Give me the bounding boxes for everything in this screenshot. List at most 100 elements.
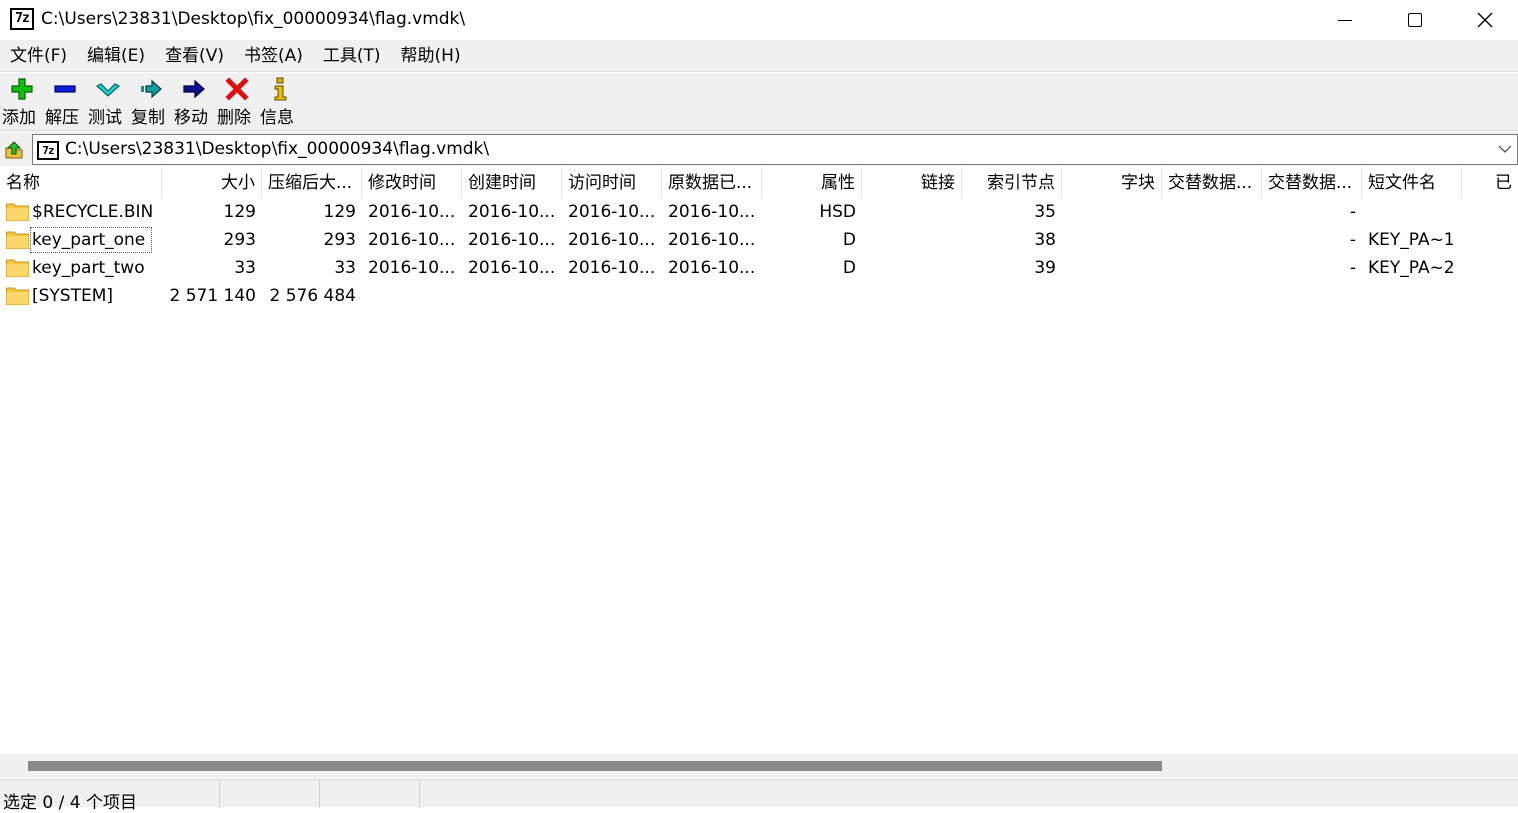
column-header-inode[interactable]: 索引节点 (962, 167, 1062, 199)
table-row[interactable]: $RECYCLE.BIN 129 129 2016-10... 2016-10.… (0, 198, 1518, 226)
column-header-metadata[interactable]: 原数据已... (662, 167, 762, 199)
cell-accessed: 2016-10... (568, 230, 656, 250)
menu-file[interactable]: 文件(F) (0, 40, 77, 72)
move-button[interactable]: 移动 (172, 73, 215, 131)
cell-alt-streams-size (1262, 282, 1362, 310)
cell-created (462, 282, 562, 310)
add-label: 添加 (2, 108, 36, 128)
path-combobox[interactable]: 7z C:\Users\23831\Desktop\fix_00000934\f… (32, 134, 1518, 165)
menu-bar: 文件(F) 编辑(E) 查看(V) 书签(A) 工具(T) 帮助(H) (0, 40, 1518, 72)
maximize-icon (1408, 13, 1422, 27)
column-header-alt-streams[interactable]: 交替数据... (1162, 167, 1262, 199)
cell-alt-streams-size: - (1349, 202, 1356, 222)
minimize-button[interactable] (1310, 0, 1380, 40)
delete-x-icon (225, 77, 249, 101)
cell-name: key_part_one (32, 230, 146, 250)
extract-button[interactable]: 解压 (43, 73, 86, 131)
path-text: C:\Users\23831\Desktop\fix_00000934\flag… (65, 139, 490, 159)
info-label: 信息 (260, 108, 294, 128)
column-header-attributes[interactable]: 属性 (762, 167, 862, 199)
column-header-links[interactable]: 链接 (862, 167, 962, 199)
copy-button[interactable]: 复制 (129, 73, 172, 131)
column-header-modified[interactable]: 修改时间 (362, 167, 462, 199)
cell-short-name: KEY_PA~1 (1368, 230, 1455, 250)
status-panel-selection: 选定 0 / 4 个项目 (0, 780, 220, 813)
menu-edit[interactable]: 编辑(E) (77, 40, 155, 72)
menu-tools[interactable]: 工具(T) (313, 40, 391, 72)
column-header-accessed[interactable]: 访问时间 (562, 167, 662, 199)
column-header-size[interactable]: 大小 (162, 167, 262, 199)
cell-attributes (762, 282, 862, 310)
title-bar: 7z C:\Users\23831\Desktop\fix_00000934\f… (0, 0, 1518, 40)
cell-blocks (1062, 226, 1162, 254)
copy-label: 复制 (131, 108, 165, 128)
cell-size: 33 (234, 258, 256, 278)
cell-modified: 2016-10... (368, 230, 456, 250)
status-bar: 选定 0 / 4 个项目 (0, 779, 1518, 813)
close-icon (1477, 12, 1493, 28)
add-button[interactable]: 添加 (0, 73, 43, 131)
test-button[interactable]: 测试 (86, 73, 129, 131)
table-row[interactable]: key_part_one 293 293 2016-10... 2016-10.… (0, 226, 1518, 254)
file-list[interactable]: 名称 大小 压缩后大... 修改时间 创建时间 访问时间 原数据已... 属性 … (0, 167, 1518, 754)
copy-arrow-icon (141, 79, 162, 99)
menu-view[interactable]: 查看(V) (155, 40, 234, 72)
cell-attributes: D (842, 230, 856, 250)
cell-alt-streams (1162, 254, 1262, 282)
cell-alt-streams (1162, 226, 1262, 254)
7zip-window: 7z C:\Users\23831\Desktop\fix_00000934\f… (0, 0, 1518, 813)
cell-short-name: KEY_PA~2 (1368, 258, 1455, 278)
menu-help[interactable]: 帮助(H) (391, 40, 471, 72)
cell-size: 129 (223, 202, 256, 222)
cell-packed-size: 33 (334, 258, 356, 278)
column-header-name[interactable]: 名称 (0, 167, 162, 199)
column-header-extra[interactable]: 已 (1462, 167, 1518, 199)
cell-attributes: D (842, 258, 856, 278)
status-selection-text: 选定 0 / 4 个项目 (3, 793, 137, 813)
cell-name: key_part_two (32, 258, 145, 278)
minus-icon (54, 85, 76, 93)
test-label: 测试 (88, 108, 122, 128)
7zip-logo-icon: 7z (10, 8, 34, 30)
cell-alt-streams (1162, 198, 1262, 226)
column-header-blocks[interactable]: 字块 (1062, 167, 1162, 199)
cell-modified: 2016-10... (368, 258, 456, 278)
cell-size: 2 571 140 (169, 286, 256, 306)
cell-inode (962, 282, 1062, 310)
7zip-archive-icon: 7z (37, 141, 59, 160)
cell-short-name (1362, 282, 1462, 310)
table-row[interactable]: [SYSTEM] 2 571 140 2 576 484 (0, 282, 1518, 310)
column-header-row: 名称 大小 压缩后大... 修改时间 创建时间 访问时间 原数据已... 属性 … (0, 167, 1518, 199)
cell-inode: 39 (1034, 258, 1056, 278)
cell-inode: 35 (1034, 202, 1056, 222)
address-bar: 7z C:\Users\23831\Desktop\fix_00000934\f… (0, 132, 1518, 166)
cell-attributes: HSD (819, 202, 856, 222)
close-button[interactable] (1450, 0, 1518, 40)
minimize-icon (1338, 19, 1352, 21)
menu-bookmarks[interactable]: 书签(A) (234, 40, 313, 72)
info-button[interactable]: 信息 (258, 73, 301, 131)
column-header-created[interactable]: 创建时间 (462, 167, 562, 199)
cell-packed-size: 129 (323, 202, 356, 222)
delete-button[interactable]: 删除 (215, 73, 258, 131)
folder-up-icon[interactable] (2, 138, 26, 162)
move-label: 移动 (174, 108, 208, 128)
cell-links (862, 282, 962, 310)
scrollbar-thumb[interactable] (28, 761, 1162, 771)
window-title: C:\Users\23831\Desktop\fix_00000934\flag… (41, 9, 466, 29)
cell-links (862, 254, 962, 282)
cell-blocks (1062, 198, 1162, 226)
column-header-packed-size[interactable]: 压缩后大... (262, 167, 362, 199)
table-row[interactable]: key_part_two 33 33 2016-10... 2016-10...… (0, 254, 1518, 282)
delete-label: 删除 (217, 108, 251, 128)
check-icon (96, 83, 120, 97)
horizontal-scrollbar[interactable] (0, 754, 1518, 778)
column-header-alt-streams-size[interactable]: 交替数据... (1262, 167, 1362, 199)
column-header-short-name[interactable]: 短文件名 (1362, 167, 1462, 199)
cell-modified (362, 282, 462, 310)
plus-icon (11, 78, 33, 100)
cell-name: $RECYCLE.BIN (32, 202, 154, 222)
chevron-down-icon[interactable] (1497, 141, 1513, 157)
maximize-button[interactable] (1380, 0, 1450, 40)
cell-created: 2016-10... (468, 202, 556, 222)
